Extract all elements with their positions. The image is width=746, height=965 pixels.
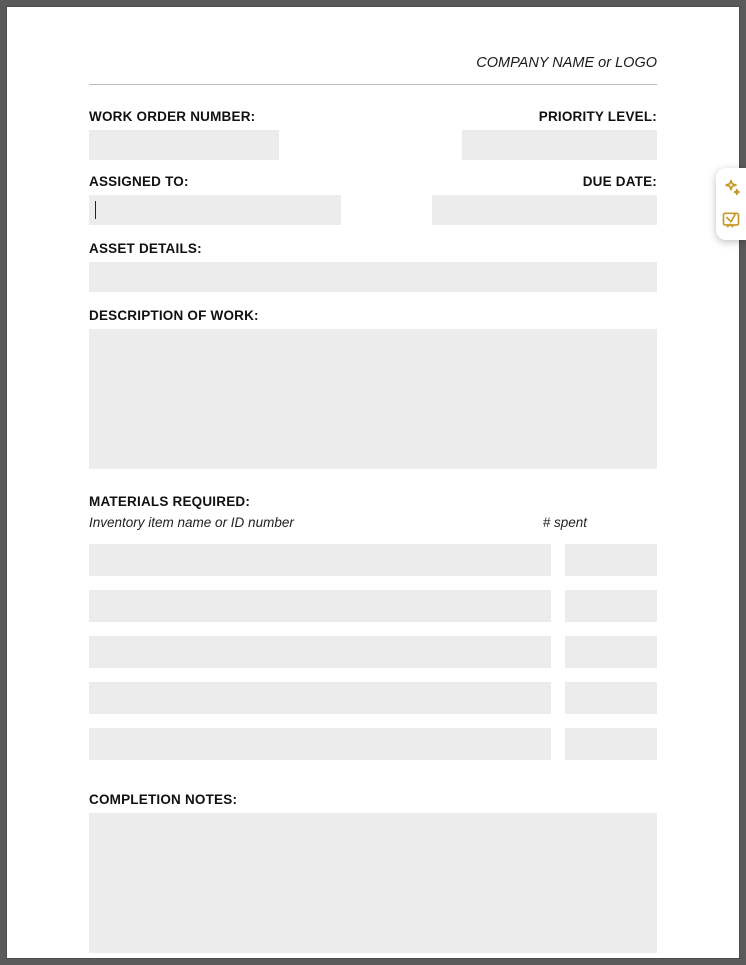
label-asset-details: ASSET DETAILS:: [89, 241, 657, 256]
field-completion-notes: COMPLETION NOTES:: [89, 792, 657, 958]
materials-subheader: Inventory item name or ID number # spent: [89, 515, 657, 530]
input-assigned-to[interactable]: [89, 195, 341, 225]
document-page: COMPANY NAME or LOGO WORK ORDER NUMBER: …: [7, 7, 739, 958]
label-due-date: DUE DATE:: [432, 174, 657, 189]
row-workorder-priority: WORK ORDER NUMBER: PRIORITY LEVEL:: [89, 109, 657, 160]
materials-row: [89, 682, 657, 714]
materials-col-spent: # spent: [543, 515, 587, 530]
row-assigned-duedate: ASSIGNED TO: DUE DATE:: [89, 174, 657, 225]
input-material-spent[interactable]: [565, 636, 657, 668]
field-description: DESCRIPTION OF WORK:: [89, 308, 657, 474]
label-description: DESCRIPTION OF WORK:: [89, 308, 657, 323]
input-due-date[interactable]: [432, 195, 657, 225]
materials-row: [89, 636, 657, 668]
field-assigned-to: ASSIGNED TO:: [89, 174, 341, 225]
input-work-order-number[interactable]: [89, 130, 279, 160]
input-material-name[interactable]: [89, 544, 551, 576]
side-toolbar: [716, 168, 746, 240]
input-material-name[interactable]: [89, 636, 551, 668]
company-header: COMPANY NAME or LOGO: [89, 55, 657, 85]
input-material-name[interactable]: [89, 590, 551, 622]
field-due-date: DUE DATE:: [432, 174, 657, 225]
textarea-completion-notes[interactable]: [89, 813, 657, 953]
materials-row: [89, 590, 657, 622]
input-material-spent[interactable]: [565, 728, 657, 760]
sparkle-icon[interactable]: [721, 178, 741, 198]
input-priority-level[interactable]: [462, 130, 657, 160]
materials-row: [89, 544, 657, 576]
input-material-name[interactable]: [89, 682, 551, 714]
textarea-description[interactable]: [89, 329, 657, 469]
label-priority-level: PRIORITY LEVEL:: [462, 109, 657, 124]
field-asset-details: ASSET DETAILS:: [89, 241, 657, 292]
input-material-spent[interactable]: [565, 590, 657, 622]
section-materials: MATERIALS REQUIRED: Inventory item name …: [89, 494, 657, 760]
input-material-name[interactable]: [89, 728, 551, 760]
label-materials: MATERIALS REQUIRED:: [89, 494, 657, 509]
input-asset-details[interactable]: [89, 262, 657, 292]
input-material-spent[interactable]: [565, 682, 657, 714]
label-assigned-to: ASSIGNED TO:: [89, 174, 341, 189]
form-content: COMPANY NAME or LOGO WORK ORDER NUMBER: …: [89, 55, 657, 928]
materials-row: [89, 728, 657, 760]
label-work-order-number: WORK ORDER NUMBER:: [89, 109, 279, 124]
materials-col-name: Inventory item name or ID number: [89, 515, 294, 530]
label-completion-notes: COMPLETION NOTES:: [89, 792, 657, 807]
annotate-icon[interactable]: [721, 210, 741, 230]
materials-rows: [89, 544, 657, 760]
field-priority-level: PRIORITY LEVEL:: [462, 109, 657, 160]
input-material-spent[interactable]: [565, 544, 657, 576]
field-work-order-number: WORK ORDER NUMBER:: [89, 109, 279, 160]
